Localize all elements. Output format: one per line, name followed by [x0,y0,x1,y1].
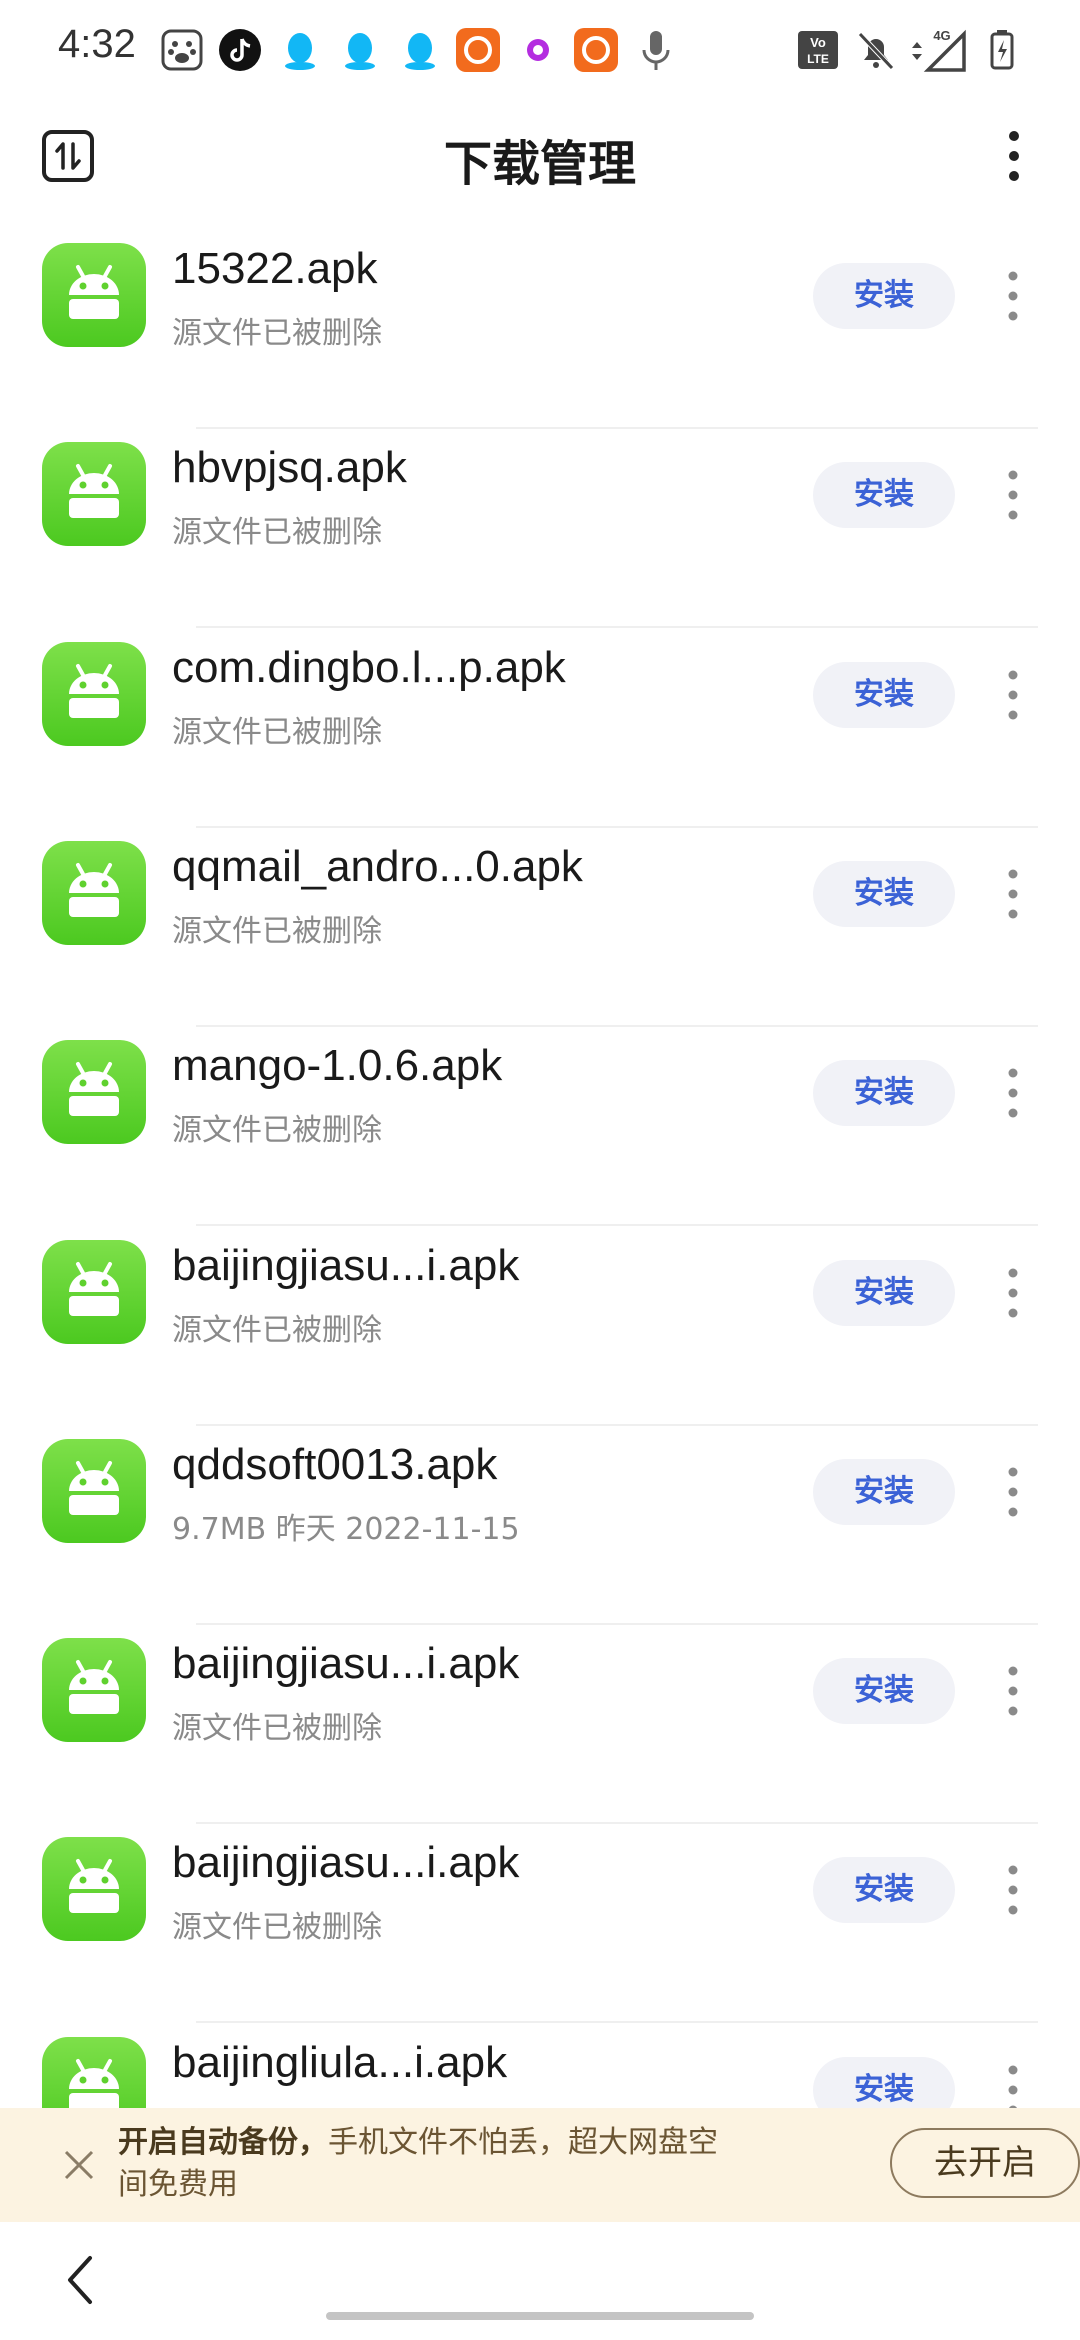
android-apk-icon [42,841,146,945]
microphone-icon [642,31,670,70]
qq-icon [405,33,435,70]
install-button[interactable]: 安装 [813,1658,955,1724]
more-vertical-icon[interactable] [998,1858,1028,1922]
page-title: 下载管理 [443,136,636,192]
more-vertical-icon[interactable] [998,663,1028,727]
more-vertical-icon[interactable] [998,1659,1028,1723]
android-apk-icon [42,1638,146,1742]
status-bar: 4:32 Vo LTE 4G [0,0,1080,100]
more-vertical-icon[interactable] [1000,126,1028,186]
more-vertical-icon[interactable] [998,264,1028,328]
install-button[interactable]: 安装 [813,861,955,927]
volte-icon: Vo LTE [798,31,838,69]
install-button[interactable]: 安装 [813,462,955,528]
file-name: 15322.apk [172,244,378,293]
file-status: 源文件已被删除 [172,515,382,550]
row-divider [196,2021,1038,2023]
dot-icon-purple [527,39,549,61]
file-status: 9.7MB 昨天 2022-11-15 [172,1512,520,1547]
more-vertical-icon[interactable] [998,862,1028,926]
install-button[interactable]: 安装 [813,1857,955,1923]
app-icon-orange [574,28,618,72]
navigation-bar [0,2222,1080,2340]
row-divider [196,1224,1038,1226]
file-name: hbvpjsq.apk [172,443,407,492]
file-name: com.dingbo.l...p.apk [172,643,566,692]
qq-icon [285,33,315,70]
file-status: 源文件已被删除 [172,1910,382,1945]
baidu-icon [161,29,203,71]
qq-icon [345,33,375,70]
file-status: 源文件已被删除 [172,316,382,351]
file-status: 源文件已被删除 [172,715,382,750]
file-name: qddsoft0013.apk [172,1440,498,1489]
banner-bold-text: 开启自动备份， [118,2125,328,2160]
signal-4g-icon: 4G [912,28,966,72]
svg-text:4G: 4G [933,28,950,43]
home-indicator[interactable] [326,2312,754,2320]
list-item[interactable]: qddsoft0013.apk 9.7MB 昨天 2022-11-15 安装 [0,1426,1080,1625]
android-apk-icon [42,442,146,546]
file-status: 源文件已被删除 [172,1711,382,1746]
enable-backup-button[interactable]: 去开启 [890,2128,1080,2198]
more-vertical-icon[interactable] [998,1061,1028,1125]
list-item[interactable]: 15322.apk 源文件已被删除 安装 [0,230,1080,429]
install-button[interactable]: 安装 [813,662,955,728]
svg-text:LTE: LTE [807,52,829,66]
banner-text: 开启自动备份，手机文件不怕丢，超大网盘空间免费用 [118,2122,718,2206]
install-button[interactable]: 安装 [813,1060,955,1126]
android-apk-icon [42,1837,146,1941]
android-apk-icon [42,243,146,347]
more-vertical-icon[interactable] [998,463,1028,527]
file-name: qqmail_andro...0.apk [172,842,583,891]
file-status: 源文件已被删除 [172,914,382,949]
list-item[interactable]: com.dingbo.l...p.apk 源文件已被删除 安装 [0,629,1080,828]
more-vertical-icon[interactable] [998,1261,1028,1325]
file-status: 源文件已被删除 [172,1113,382,1148]
android-apk-icon [42,1439,146,1543]
file-name: mango-1.0.6.apk [172,1041,503,1090]
back-icon[interactable] [60,2252,100,2308]
install-button[interactable]: 安装 [813,1260,955,1326]
app-icon-orange [456,28,500,72]
backup-banner[interactable]: 开启自动备份，手机文件不怕丢，超大网盘空间免费用 去开启 [0,2108,1080,2222]
close-icon[interactable] [58,2144,100,2186]
list-item[interactable]: mango-1.0.6.apk 源文件已被删除 安装 [0,1027,1080,1226]
install-button[interactable]: 安装 [813,1459,955,1525]
install-button[interactable]: 安装 [813,263,955,329]
android-apk-icon [42,642,146,746]
file-name: baijingjiasu...i.apk [172,1241,520,1290]
list-item[interactable]: baijingjiasu...i.apk 源文件已被删除 安装 [0,1227,1080,1426]
file-name: baijingliula...i.apk [172,2038,508,2087]
list-item[interactable]: baijingjiasu...i.apk 源文件已被删除 安装 [0,1625,1080,1824]
battery-charging-icon [990,30,1014,70]
android-apk-icon [42,1040,146,1144]
file-name: baijingjiasu...i.apk [172,1639,520,1688]
list-item[interactable]: baijingjiasu...i.apk 源文件已被删除 安装 [0,1824,1080,2023]
row-divider [196,626,1038,628]
status-time: 4:32 [58,22,136,66]
file-status: 源文件已被删除 [172,1313,382,1348]
mute-bell-icon [858,32,894,70]
android-apk-icon [42,1240,146,1344]
tiktok-icon [219,29,261,71]
list-item[interactable]: hbvpjsq.apk 源文件已被删除 安装 [0,429,1080,628]
app-header: 下载管理 [0,100,1080,230]
file-name: baijingjiasu...i.apk [172,1838,520,1887]
svg-text:Vo: Vo [810,35,826,50]
more-vertical-icon[interactable] [998,1460,1028,1524]
list-item[interactable]: qqmail_andro...0.apk 源文件已被删除 安装 [0,828,1080,1027]
